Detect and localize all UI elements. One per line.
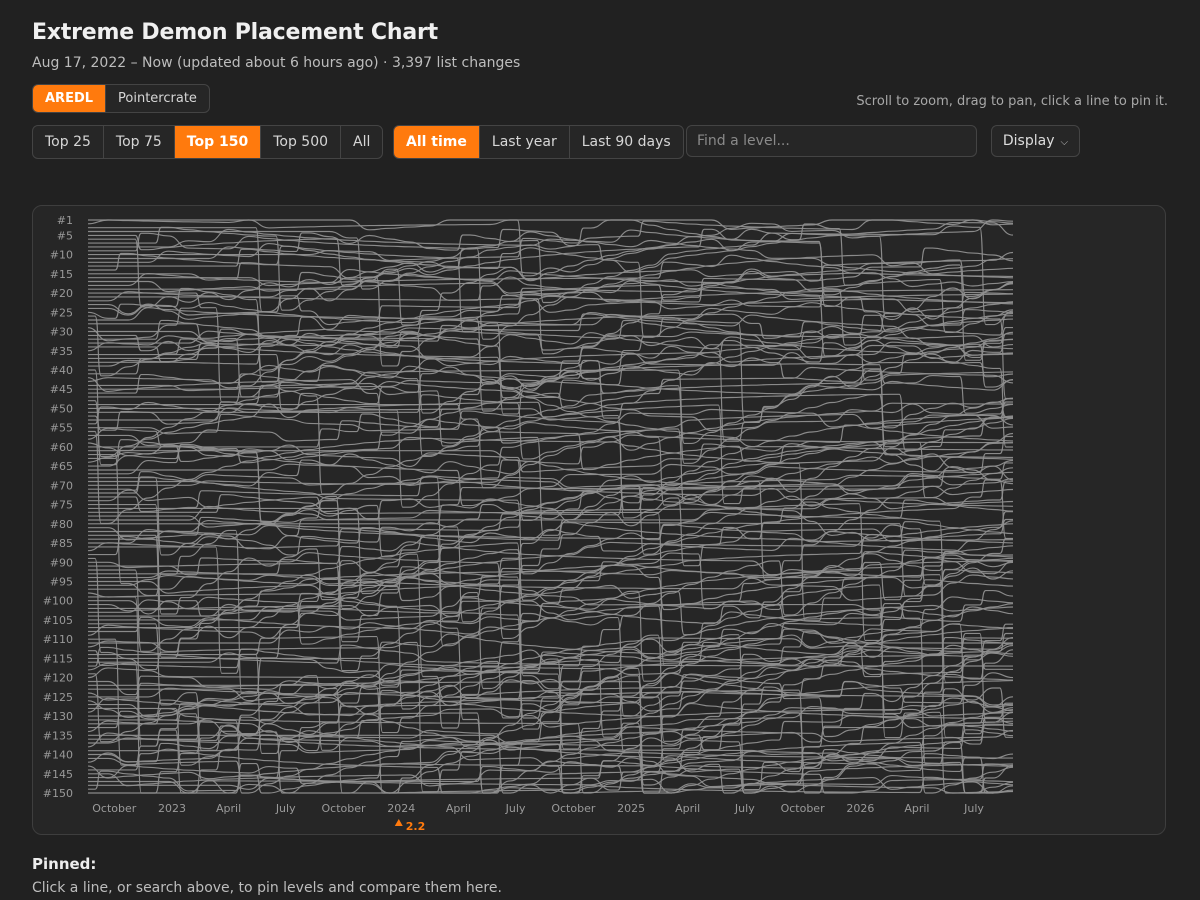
- y-axis: #1 #5 #10 #15 #20 #25 #30 #35 #40 #45 #50 #55 #60 #65…: [43, 214, 73, 800]
- y-tick-label: #35: [50, 345, 73, 358]
- range-tab-top-25[interactable]: Top 25: [33, 126, 104, 158]
- y-tick-label: #90: [50, 556, 73, 569]
- x-tick-label: October: [92, 802, 136, 815]
- chart-lines: [87, 219, 1014, 794]
- update-marker-icon: [394, 819, 403, 826]
- y-tick-label: #140: [43, 749, 73, 762]
- y-tick-label: #135: [43, 729, 73, 742]
- y-tick-label: #45: [50, 383, 73, 396]
- y-tick-label: #85: [50, 537, 73, 550]
- range-tab-all[interactable]: All: [341, 126, 382, 158]
- placement-line[interactable]: [88, 637, 1014, 794]
- placement-line[interactable]: [88, 245, 1014, 338]
- time-tab-last-year[interactable]: Last year: [480, 126, 570, 158]
- placement-line[interactable]: [88, 559, 1014, 739]
- y-tick-label: #40: [50, 364, 73, 377]
- y-tick-label: #100: [43, 595, 73, 608]
- y-tick-label: #110: [43, 633, 73, 646]
- x-tick-label: 2023: [158, 802, 186, 815]
- y-tick-label: #15: [50, 268, 73, 281]
- interaction-hint: Scroll to zoom, drag to pan, click a lin…: [856, 94, 1168, 109]
- placement-line[interactable]: [88, 474, 1014, 558]
- page-subtitle: Aug 17, 2022 – Now (updated about 6 hour…: [32, 55, 521, 71]
- y-tick-label: #50: [50, 402, 73, 415]
- chart-panel: #1 #5 #10 #15 #20 #25 #30 #35 #40 #45 #50 #55 #60 #65…: [32, 205, 1166, 835]
- display-dropdown-label: Display: [1002, 133, 1055, 149]
- y-tick-label: #115: [43, 652, 73, 665]
- source-tab-pointercrate[interactable]: Pointercrate: [106, 85, 209, 112]
- x-axis: October 2023 April July October 2024 April July…: [92, 802, 984, 833]
- placement-line[interactable]: [88, 247, 1014, 282]
- pinned-text: Click a line, or search above, to pin le…: [32, 880, 502, 896]
- placement-line[interactable]: [88, 286, 1014, 403]
- time-toggle: All time Last year Last 90 days: [393, 125, 684, 159]
- placement-line[interactable]: [88, 597, 1014, 765]
- x-tick-label: October: [321, 802, 365, 815]
- placement-line[interactable]: [88, 574, 1014, 601]
- x-tick-label: October: [551, 802, 595, 815]
- x-tick-label: July: [734, 802, 755, 815]
- x-tick-label: 2025: [617, 802, 645, 815]
- y-tick-label: #120: [43, 672, 73, 685]
- chevron-down-icon: ⌵: [1060, 136, 1069, 148]
- y-tick-label: #5: [57, 229, 73, 242]
- x-tick-label: April: [446, 802, 471, 815]
- x-tick-label: July: [963, 802, 984, 815]
- range-toggle: Top 25 Top 75 Top 150 Top 500 All: [32, 125, 384, 159]
- time-tab-all-time[interactable]: All time: [394, 126, 480, 158]
- y-tick-label: #125: [43, 691, 73, 704]
- range-tab-top-75[interactable]: Top 75: [104, 126, 175, 158]
- y-tick-label: #65: [50, 460, 73, 473]
- y-tick-label: #105: [43, 614, 73, 627]
- range-tab-top-150[interactable]: Top 150: [174, 126, 262, 158]
- pinned-title: Pinned:: [32, 855, 97, 873]
- x-tick-label: July: [505, 802, 526, 815]
- y-tick-label: #95: [50, 575, 73, 588]
- y-tick-label: #130: [43, 710, 73, 723]
- x-tick-label: October: [781, 802, 825, 815]
- y-tick-label: #145: [43, 768, 73, 781]
- y-tick-label: #1: [57, 214, 73, 227]
- placement-line[interactable]: [88, 726, 1014, 744]
- placement-line[interactable]: [88, 302, 1013, 400]
- y-tick-label: #10: [50, 249, 73, 262]
- placement-line[interactable]: [87, 748, 1014, 794]
- placement-line[interactable]: [88, 527, 1014, 556]
- source-tab-aredl[interactable]: AREDL: [33, 85, 107, 112]
- x-tick-label: 2026: [846, 802, 874, 815]
- y-tick-label: #30: [50, 326, 73, 339]
- level-search-input[interactable]: [686, 125, 977, 157]
- y-tick-label: #25: [50, 306, 73, 319]
- x-tick-label: April: [675, 802, 700, 815]
- placement-line[interactable]: [88, 219, 1014, 231]
- x-tick-label: April: [216, 802, 241, 815]
- x-tick-label: April: [904, 802, 929, 815]
- y-tick-label: #60: [50, 441, 73, 454]
- placement-line[interactable]: [87, 637, 1014, 794]
- placement-line[interactable]: [87, 735, 1014, 777]
- update-marker-label: 2.2: [406, 820, 426, 833]
- time-tab-last-90-days[interactable]: Last 90 days: [570, 126, 683, 158]
- y-tick-label: #75: [50, 499, 73, 512]
- x-tick-label: July: [275, 802, 296, 815]
- y-tick-label: #55: [50, 422, 73, 435]
- y-tick-label: #150: [43, 787, 73, 800]
- placement-chart[interactable]: #1 #5 #10 #15 #20 #25 #30 #35 #40 #45 #50 #55 #60 #65…: [33, 206, 1167, 836]
- range-tab-top-500[interactable]: Top 500: [261, 126, 342, 158]
- source-toggle: AREDL Pointercrate: [32, 84, 210, 113]
- display-dropdown[interactable]: Display ⌵: [991, 125, 1080, 157]
- y-tick-label: #70: [50, 479, 73, 492]
- y-tick-label: #20: [50, 287, 73, 300]
- page-title: Extreme Demon Placement Chart: [32, 20, 438, 45]
- x-tick-label: 2024: [387, 802, 415, 815]
- y-tick-label: #80: [50, 518, 73, 531]
